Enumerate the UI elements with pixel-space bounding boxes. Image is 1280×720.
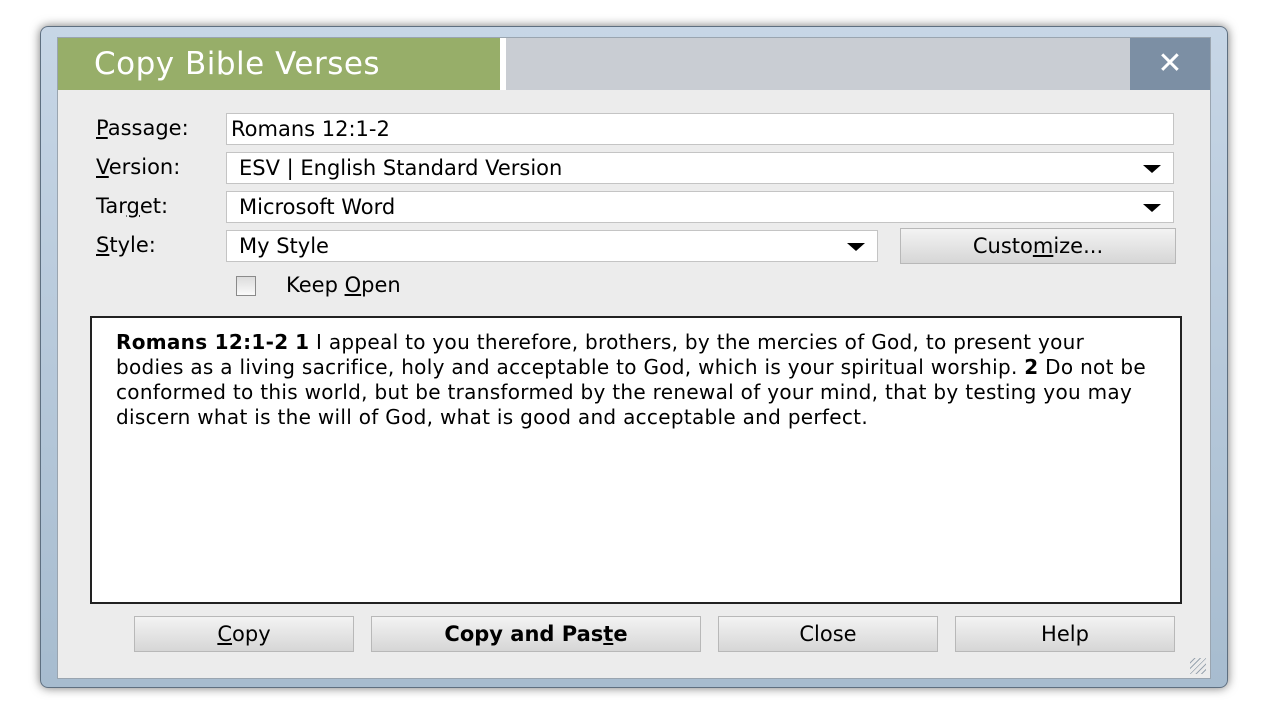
style-dropdown[interactable]: My Style xyxy=(226,230,878,262)
dialog-title: Copy Bible Verses xyxy=(58,38,500,90)
passage-input[interactable]: Romans 12:1-2 xyxy=(226,113,1174,145)
copy-bible-verses-dialog: Copy Bible Verses ✕ Passage: Romans 12:1… xyxy=(57,37,1211,679)
window-frame: Copy Bible Verses ✕ Passage: Romans 12:1… xyxy=(40,26,1228,688)
close-button[interactable]: Close xyxy=(718,616,938,652)
version-dropdown[interactable]: ESV | English Standard Version xyxy=(226,152,1174,184)
passage-label: Passage: xyxy=(96,116,189,140)
chevron-down-icon[interactable] xyxy=(847,243,865,251)
title-separator xyxy=(500,38,506,90)
version-value: ESV | English Standard Version xyxy=(239,156,563,180)
copy-and-paste-button[interactable]: Copy and Paste xyxy=(371,616,701,652)
target-label: Target: xyxy=(96,194,169,218)
passage-reference: Romans 12:1-2 xyxy=(116,330,289,354)
help-button[interactable]: Help xyxy=(955,616,1175,652)
verse-number: 1 xyxy=(295,330,310,354)
style-value: My Style xyxy=(239,234,329,258)
style-label: Style: xyxy=(96,233,156,257)
title-bar[interactable]: Copy Bible Verses ✕ xyxy=(58,38,1210,90)
close-icon[interactable]: ✕ xyxy=(1130,38,1210,90)
passage-value: Romans 12:1-2 xyxy=(231,117,390,141)
keep-open-checkbox[interactable] xyxy=(236,276,256,296)
keep-open-label[interactable]: Keep Open xyxy=(286,273,401,297)
verse-preview[interactable]: Romans 12:1-2 1 I appeal to you therefor… xyxy=(90,316,1182,604)
version-label: Version: xyxy=(96,155,181,179)
resize-grip-icon[interactable] xyxy=(1190,658,1206,674)
verse-number: 2 xyxy=(1024,355,1039,379)
copy-button[interactable]: Copy xyxy=(134,616,354,652)
chevron-down-icon[interactable] xyxy=(1143,165,1161,173)
target-value: Microsoft Word xyxy=(239,195,396,219)
target-dropdown[interactable]: Microsoft Word xyxy=(226,191,1174,223)
chevron-down-icon[interactable] xyxy=(1143,204,1161,212)
customize-button[interactable]: Customize... xyxy=(900,228,1176,264)
